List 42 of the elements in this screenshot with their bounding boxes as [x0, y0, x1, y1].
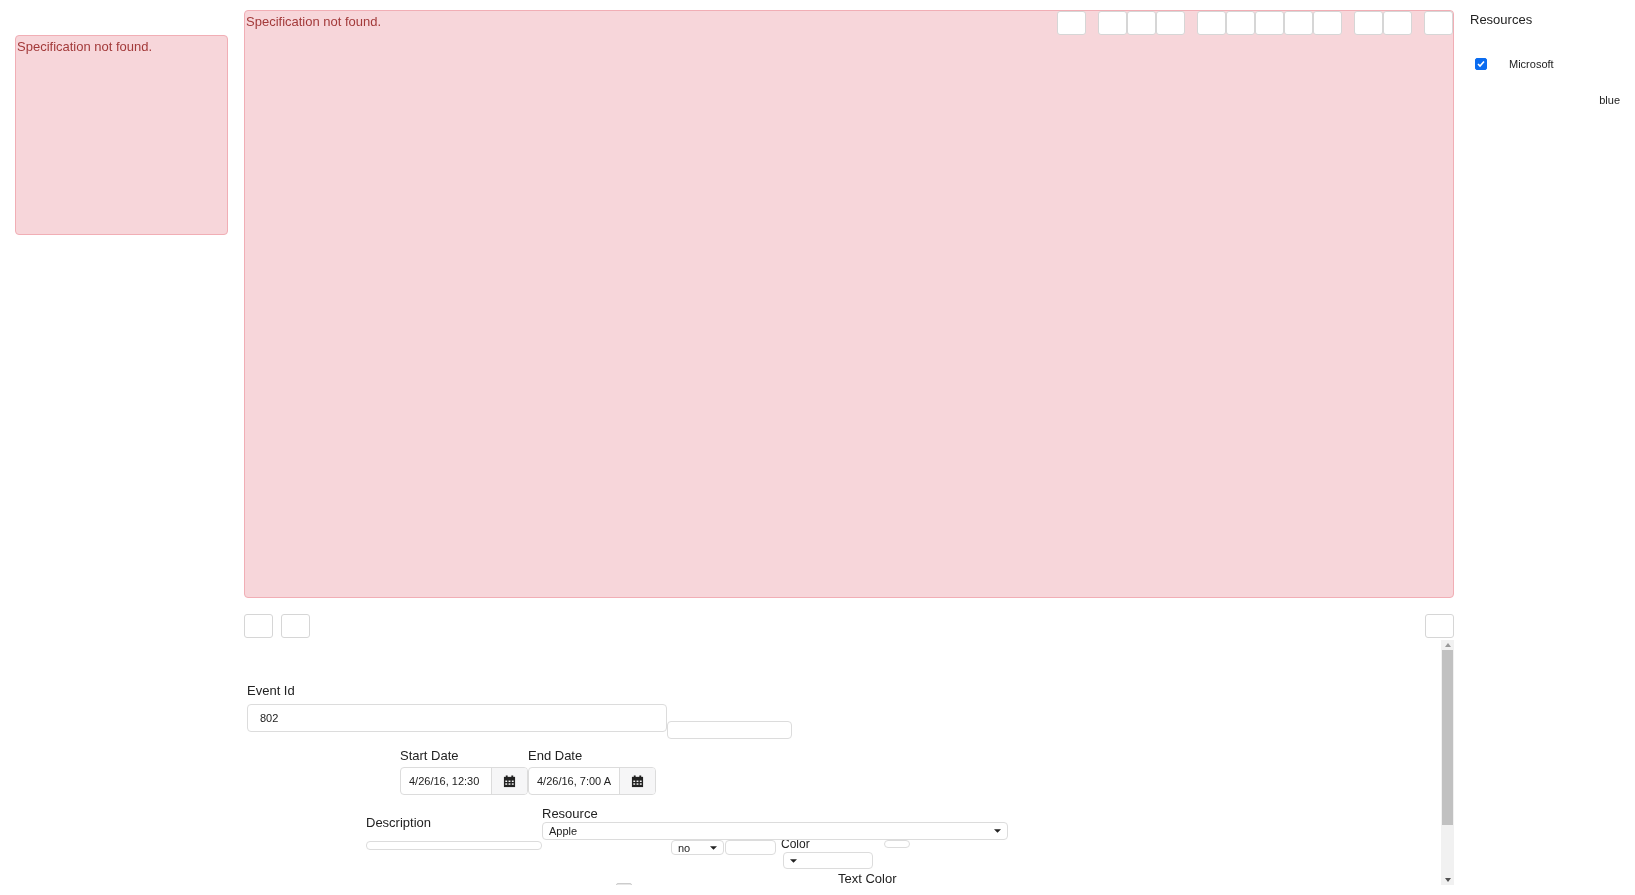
nav-button[interactable]	[1425, 614, 1454, 638]
toolbar-button[interactable]	[1424, 11, 1453, 35]
nav-button[interactable]	[244, 614, 273, 638]
color-name: blue	[1598, 94, 1620, 106]
field-label: Event Id	[247, 683, 295, 698]
error-message: Specification not found.	[246, 13, 382, 29]
toolbar-button[interactable]	[1383, 11, 1412, 35]
title-field[interactable]	[667, 721, 792, 739]
toolbar-button[interactable]	[1284, 11, 1313, 35]
caret-icon	[994, 829, 1001, 833]
all-day-select[interactable]: no	[671, 840, 724, 855]
color-field[interactable]	[884, 840, 910, 848]
small-field[interactable]	[725, 840, 776, 855]
error-alert: Specification not found.	[15, 35, 228, 235]
resource-label: Microsoft	[1509, 58, 1554, 70]
panel-title: Resources	[1470, 11, 1534, 27]
field-label: Start Date	[400, 748, 459, 763]
toolbar-button[interactable]	[1313, 11, 1342, 35]
toolbar-button[interactable]	[1197, 11, 1226, 35]
caret-icon	[710, 845, 717, 850]
field-label: Description	[366, 815, 432, 830]
scroll-thumb[interactable]	[1442, 650, 1453, 825]
scroll-down-icon	[1444, 878, 1451, 882]
nav-button[interactable]	[281, 614, 310, 638]
resource-select[interactable]: Apple	[542, 822, 1008, 840]
field-label: Resource	[542, 806, 598, 821]
resource-checkbox[interactable]	[1475, 58, 1487, 70]
field-label: Color	[781, 840, 810, 849]
toolbar-button[interactable]	[1226, 11, 1255, 35]
toolbar-button[interactable]	[1127, 11, 1156, 35]
toolbar-button[interactable]	[1354, 11, 1383, 35]
color-select[interactable]	[783, 852, 873, 869]
event-id-field[interactable]: 802	[247, 704, 667, 732]
toolbar-button[interactable]	[1057, 11, 1086, 35]
field-label: End Date	[528, 748, 583, 763]
description-field[interactable]	[366, 841, 542, 850]
field-label: Text Color	[838, 871, 897, 885]
toolbar-button[interactable]	[1156, 11, 1185, 35]
toolbar-button[interactable]	[1255, 11, 1284, 35]
caret-icon	[790, 858, 797, 863]
toolbar-button[interactable]	[1098, 11, 1127, 35]
scrollbar[interactable]	[1441, 640, 1454, 885]
